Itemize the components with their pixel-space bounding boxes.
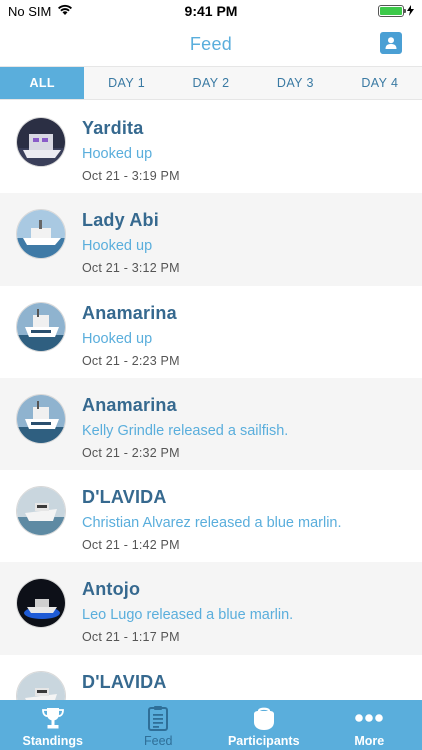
feed-item[interactable]: Lady Abi Hooked up Oct 21 - 3:12 PM [0, 193, 422, 286]
event-text: Hooked up [82, 146, 153, 162]
boat-avatar [16, 209, 66, 260]
trophy-icon [40, 704, 66, 732]
tab-all[interactable]: ALL [0, 67, 85, 99]
timestamp: Oct 21 - 1:17 PM [82, 630, 180, 645]
event-text: Leo Lugo released a blue marlin. [82, 607, 294, 624]
boat-name: Lady Abi [82, 210, 159, 231]
boat-name: D'LAVIDA [82, 487, 167, 508]
profile-button[interactable] [380, 32, 402, 54]
feed-item[interactable]: Anamarina Kelly Grindle released a sailf… [0, 377, 422, 471]
boat-avatar [16, 670, 66, 700]
status-right [378, 4, 414, 19]
timestamp: Oct 21 - 3:12 PM [82, 261, 180, 276]
day-tabs: ALL DAY 1 DAY 2 DAY 3 DAY 4 [0, 66, 422, 100]
status-left: No SIM [8, 4, 73, 19]
wifi-icon [57, 4, 73, 19]
feed-list: Yardita Hooked up Oct 21 - 3:19 PM Lady … [0, 101, 422, 700]
timestamp: Oct 21 - 1:42 PM [82, 538, 180, 553]
timestamp: Oct 21 - 2:32 PM [82, 445, 180, 460]
bottom-tab-bar: Standings Feed Participants More [0, 700, 422, 750]
nav-bar: Feed [0, 22, 422, 66]
charging-icon [407, 4, 414, 19]
feed-item[interactable]: Yardita Hooked up Oct 21 - 3:19 PM [0, 101, 422, 193]
event-text: Hooked up [82, 330, 153, 347]
tab-more-label: More [354, 734, 385, 748]
clipboard-icon [147, 704, 169, 732]
event-text: Christian Alvarez released a blue marlin… [82, 515, 342, 532]
person-icon [385, 37, 397, 49]
boat-avatar [16, 393, 66, 444]
tab-feed[interactable]: Feed [106, 700, 212, 750]
event-text: Hooked up [82, 238, 153, 255]
timestamp: Oct 21 - 2:23 PM [82, 353, 180, 368]
tab-standings[interactable]: Standings [0, 700, 106, 750]
tab-standings-label: Standings [22, 734, 83, 748]
tab-participants-label: Participants [227, 734, 300, 748]
more-dots-icon [354, 704, 384, 732]
tab-day-4[interactable]: DAY 4 [338, 67, 422, 99]
event-text: Kelly Grindle released a sailfish. [82, 422, 289, 439]
boat-icon [250, 704, 278, 732]
status-bar: No SIM 9:41 PM [0, 0, 422, 22]
battery-icon [378, 5, 406, 17]
tab-feed-label: Feed [144, 734, 173, 748]
feed-item[interactable]: D'LAVIDA [0, 655, 422, 700]
feed-item[interactable]: Antojo Leo Lugo released a blue marlin. … [0, 562, 422, 655]
feed-item[interactable]: D'LAVIDA Christian Alvarez released a bl… [0, 470, 422, 562]
tab-day-3[interactable]: DAY 3 [253, 67, 337, 99]
timestamp: Oct 21 - 3:19 PM [82, 169, 180, 183]
boat-name: Yardita [82, 118, 144, 138]
boat-name: D'LAVIDA [82, 671, 167, 692]
boat-avatar [16, 578, 66, 629]
boat-name: Anamarina [82, 302, 177, 323]
boat-name: Antojo [82, 579, 141, 600]
feed-item[interactable]: Anamarina Hooked up Oct 21 - 2:23 PM [0, 286, 422, 378]
boat-avatar [16, 486, 66, 537]
page-title: Feed [189, 33, 233, 54]
boat-name: Anamarina [82, 394, 177, 415]
tab-participants[interactable]: Participants [211, 700, 317, 750]
carrier-label: No SIM [8, 3, 52, 19]
boat-avatar [16, 301, 66, 352]
tab-day-1[interactable]: DAY 1 [84, 67, 168, 99]
tab-more[interactable]: More [317, 700, 422, 750]
boat-avatar [16, 117, 66, 167]
tab-day-2[interactable]: DAY 2 [169, 67, 253, 99]
